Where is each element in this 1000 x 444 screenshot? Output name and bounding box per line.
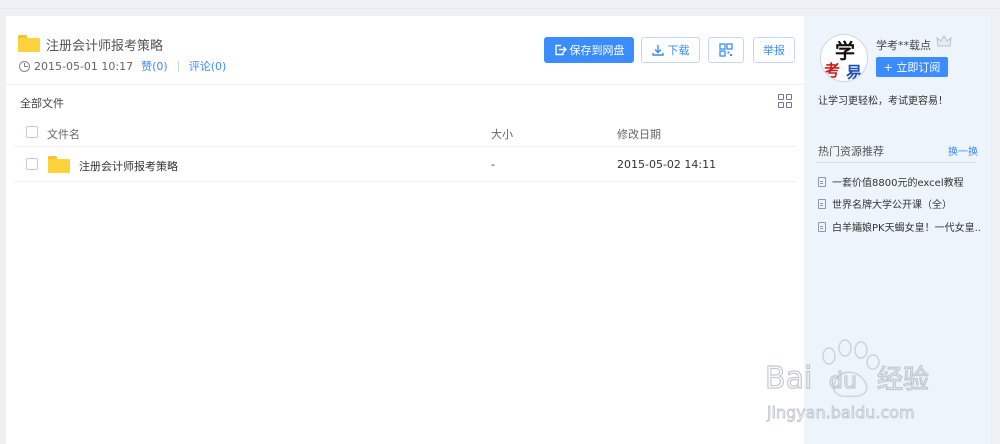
document-icon [818,198,826,209]
hot-resources-title: 热门资源推荐 [818,145,884,158]
user-slogan: 让学习更轻松，考试更容易！ [818,96,948,107]
folder-icon [18,35,40,52]
row-size: - [491,158,495,171]
file-meta: 2015-05-01 10:17 赞(0) 评论(0) [19,58,226,74]
column-header-size[interactable]: 大小 [491,126,513,142]
report-button[interactable]: 举报 [753,37,795,63]
select-all-checkbox[interactable] [26,126,38,138]
save-icon [554,44,567,56]
download-icon [651,45,664,56]
file-title: 注册会计师报考策略 [46,39,164,54]
baidu-jingyan-watermark: Bai du 经验 jingyan.baidu.com [764,339,930,422]
top-band [0,0,1000,9]
breadcrumb[interactable]: 全部文件 [20,95,64,111]
download-button[interactable]: 下载 [641,37,700,63]
hot-divider [816,162,976,163]
download-label: 下载 [667,44,690,57]
column-header-date[interactable]: 修改日期 [617,126,661,142]
grid-view-icon[interactable] [778,94,792,108]
row-checkbox[interactable] [26,158,38,170]
row-date: 2015-05-02 14:11 [617,158,717,171]
column-header-name[interactable]: 文件名 [47,126,80,142]
svg-text:Bai: Bai [765,361,812,396]
comment-link[interactable]: 评论(0) [189,58,227,74]
header-row-divider [14,146,796,147]
subscribe-button[interactable]: + 立即订阅 [876,57,948,77]
svg-text:经验: 经验 [877,365,929,395]
file-date: 2015-05-01 10:17 [34,59,134,73]
hot-item-label: 白羊孀娘PK天蝎女皇！一代女皇... [832,223,982,234]
avatar-char-3: 易 [846,63,863,82]
qrcode-button[interactable] [708,37,744,63]
header-divider [6,84,804,85]
qrcode-icon [719,43,733,57]
hot-item[interactable]: 一套价值8800元的excel教程 [818,174,982,189]
clock-icon [19,60,30,72]
save-to-netdisk-button[interactable]: 保存到网盘 [544,37,634,63]
svg-text:jingyan.baidu.com: jingyan.baidu.com [766,403,915,422]
document-icon [818,176,826,187]
hot-item[interactable]: 世界名牌大学公开课（全） [818,196,982,211]
hot-item-label: 世界名牌大学公开课（全） [832,200,952,211]
user-name[interactable]: 学考**载点 [876,37,931,53]
crown-icon [936,35,952,47]
avatar-char-2: 考 [824,61,841,80]
hot-item[interactable]: 白羊孀娘PK天蝎女皇！一代女皇... [818,219,982,234]
row-name[interactable]: 注册会计师报考策略 [79,158,178,174]
report-label: 举报 [763,44,785,57]
row-divider [14,181,796,182]
refresh-link[interactable]: 换一换 [948,143,978,158]
hot-item-label: 一套价值8800元的excel教程 [832,178,964,189]
main-panel [6,16,804,444]
meta-divider [177,60,179,72]
like-link[interactable]: 赞(0) [141,58,168,74]
avatar[interactable]: 学 考 易 [820,34,868,82]
save-label: 保存到网盘 [569,44,625,57]
folder-icon [48,156,70,173]
svg-text:du: du [829,369,857,394]
right-gutter [990,16,1000,444]
document-icon [818,221,826,232]
